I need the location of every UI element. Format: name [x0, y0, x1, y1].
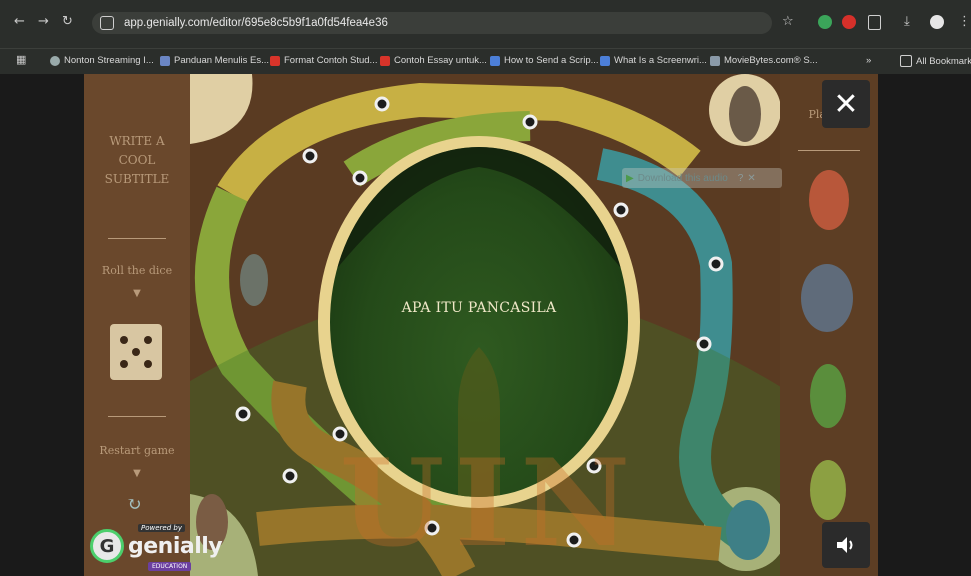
url-text: app.genially.com/editor/695e8c5b9f1a0fd5…: [124, 17, 388, 29]
bookmark-item[interactable]: How to Send a Scrip...: [490, 55, 599, 66]
menu-kebab-icon[interactable]: ⋮: [958, 14, 971, 29]
watermark-text: UIN: [339, 433, 641, 574]
more-bookmarks-button[interactable]: »: [866, 55, 871, 66]
address-row: ← → ↻ app.genially.com/editor/695e8c5b9f…: [0, 10, 971, 34]
document-icon: [490, 55, 500, 66]
bookmark-star-icon[interactable]: ☆: [782, 14, 794, 29]
apps-grid-icon[interactable]: ▦: [16, 53, 26, 66]
sound-toggle-button[interactable]: [822, 522, 870, 568]
speaker-wave: [849, 540, 853, 550]
help-icon[interactable]: ?: [738, 173, 744, 184]
forward-icon[interactable]: →: [38, 14, 49, 29]
card-shadow: [330, 147, 628, 277]
question-text: APA ITU PANCASILA: [401, 300, 557, 316]
bookmark-item[interactable]: Format Contoh Stud...: [270, 55, 377, 66]
profile-avatar[interactable]: [930, 15, 944, 29]
folder-icon: [900, 55, 912, 67]
browser-toolbar: ← → ↻ app.genially.com/editor/695e8c5b9f…: [0, 0, 971, 48]
genially-logo[interactable]: G Powered by genially EDUCATION: [90, 522, 223, 571]
bookmarks-bar: ▦ Nonton Streaming I... Panduan Menulis …: [0, 48, 971, 75]
back-icon[interactable]: ←: [14, 14, 25, 29]
bookmark-item[interactable]: What Is a Screenwri...: [600, 55, 707, 66]
pdf-icon: [380, 55, 390, 66]
close-icon: ✕: [833, 86, 859, 122]
speaker-body: [837, 537, 847, 553]
bookmark-item[interactable]: Panduan Menulis Es...: [160, 55, 269, 66]
speaker-icon: [837, 537, 853, 553]
reload-icon[interactable]: ↻: [62, 14, 73, 29]
logo-wordmark: Powered by genially EDUCATION: [128, 523, 223, 571]
elephant-token-icon: [240, 254, 268, 306]
document-icon: [600, 55, 610, 66]
all-bookmarks-folder[interactable]: All Bookmarks: [900, 55, 971, 67]
extension-icon[interactable]: [842, 15, 856, 29]
site-info-icon[interactable]: [100, 16, 114, 30]
download-icon[interactable]: ⤓: [904, 14, 910, 29]
genially-game-viewport: WRITE A COOL SUBTITLE Roll the dice ▼ Re…: [0, 74, 971, 576]
extensions-puzzle-icon[interactable]: [868, 15, 881, 30]
site-icon: [710, 55, 720, 66]
bookmark-item[interactable]: MovieBytes.com® S...: [710, 55, 818, 66]
close-button[interactable]: ✕: [822, 80, 870, 128]
pdf-icon: [270, 55, 280, 66]
address-bar[interactable]: app.genially.com/editor/695e8c5b9f1a0fd5…: [92, 12, 772, 34]
close-icon[interactable]: ✕: [747, 173, 755, 184]
globe-icon: [50, 55, 60, 66]
extension-icon[interactable]: [818, 15, 832, 29]
document-icon: [160, 55, 170, 66]
elephant-token-icon: [726, 500, 770, 560]
bookmark-item[interactable]: Nonton Streaming I...: [50, 55, 154, 66]
genially-g-icon: G: [90, 529, 124, 563]
bookmark-item[interactable]: Contoh Essay untuk...: [380, 55, 487, 66]
audio-download-bar[interactable]: ▶ Download this audio ? ✕: [622, 168, 782, 188]
rhino-token-icon: [729, 86, 761, 142]
